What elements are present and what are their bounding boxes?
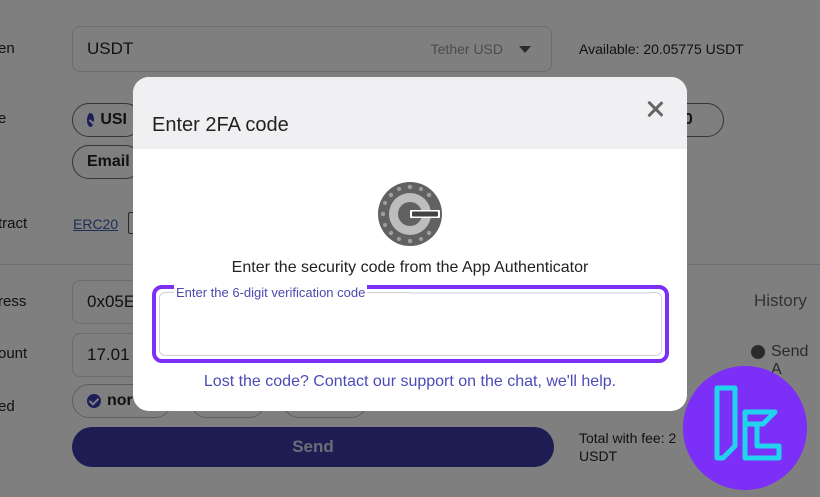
- modal-header: Enter 2FA code: [133, 77, 687, 149]
- code-input-box[interactable]: Enter the 6-digit verification code: [159, 285, 662, 356]
- instruction-text: Enter the security code from the App Aut…: [231, 259, 589, 276]
- brand-logo-icon: [683, 366, 807, 490]
- google-authenticator-icon: [378, 182, 442, 246]
- close-icon[interactable]: [645, 99, 665, 119]
- twofa-modal: Enter 2FA code Enter the security code f…: [133, 77, 687, 411]
- verification-code-input[interactable]: Enter the 6-digit verification code: [152, 285, 669, 363]
- modal-title: Enter 2FA code: [152, 114, 289, 136]
- input-outline-line: [410, 292, 651, 294]
- code-input-label: Enter the 6-digit verification code: [174, 285, 368, 300]
- support-help-link[interactable]: Lost the code? Contact our support on th…: [133, 373, 687, 391]
